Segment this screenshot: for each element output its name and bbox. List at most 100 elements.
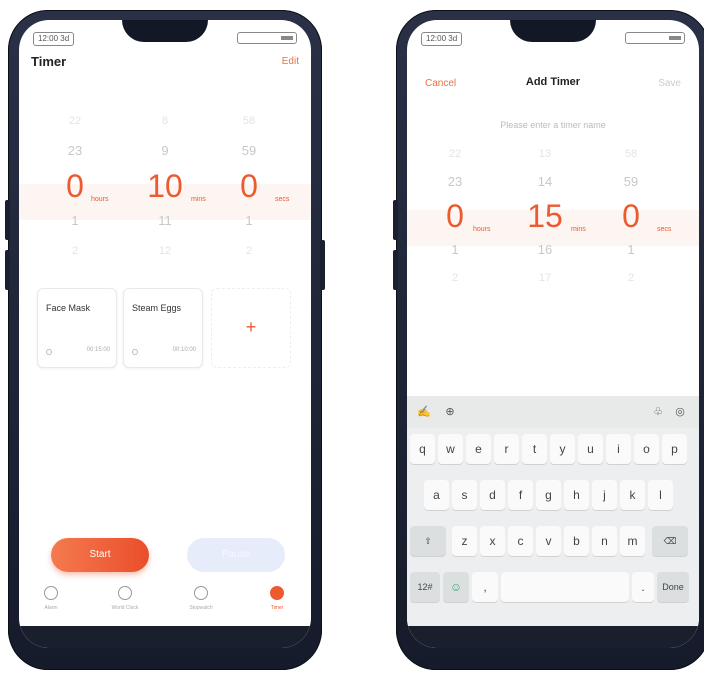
key[interactable]: d	[480, 480, 505, 510]
key[interactable]: m	[620, 526, 645, 556]
key[interactable]: h	[564, 480, 589, 510]
keyboard-row-3: ⇧ z x c v b n m ⌫	[407, 526, 699, 560]
picker-value: 2	[71, 245, 79, 257]
picker-value: 12	[158, 245, 172, 257]
volume-button	[393, 250, 398, 290]
picker-value: 22	[68, 115, 82, 127]
hours-column[interactable]: 22 23 0 1 2	[425, 140, 485, 292]
key[interactable]: e	[466, 434, 491, 464]
power-button	[320, 240, 325, 290]
picker-selected-value: 15	[527, 198, 563, 234]
shift-key[interactable]: ⇧	[410, 526, 446, 556]
numbers-key[interactable]: 12#	[410, 572, 440, 602]
key[interactable]: l	[648, 480, 673, 510]
start-button[interactable]: Start	[51, 538, 149, 572]
key[interactable]: j	[592, 480, 617, 510]
page-title: Add Timer	[525, 76, 581, 88]
seconds-column[interactable]: 58 59 0 1 2	[219, 106, 279, 266]
keyboard-row-1: q w e r t y u i o p	[407, 434, 699, 468]
picker-value: 11	[158, 213, 172, 228]
picker-value: 2	[627, 272, 635, 284]
battery-icon	[237, 32, 297, 44]
key[interactable]: a	[424, 480, 449, 510]
preset-time: 00:15:00	[86, 347, 110, 353]
key[interactable]: s	[452, 480, 477, 510]
preset-name: Steam Eggs	[132, 303, 182, 313]
keyboard-row-4: 12# ☺ , . Done	[407, 572, 699, 606]
picker-value: 1	[71, 213, 79, 228]
backspace-key[interactable]: ⌫	[652, 526, 688, 556]
keyboard-row-2: a s d f g h j k l	[407, 480, 699, 514]
notch	[122, 20, 208, 42]
space-key[interactable]	[501, 572, 629, 602]
tab-label: Alarm	[44, 605, 58, 611]
picker-value: 16	[537, 242, 553, 257]
key[interactable]: o	[634, 434, 659, 464]
tab-stopwatch[interactable]: Stopwatch	[171, 586, 231, 611]
key[interactable]: x	[480, 526, 505, 556]
key[interactable]: p	[662, 434, 687, 464]
key[interactable]: u	[578, 434, 603, 464]
key[interactable]: w	[438, 434, 463, 464]
key[interactable]: r	[494, 434, 519, 464]
picker-value: 22	[448, 148, 462, 160]
picker-value: 58	[242, 115, 256, 127]
save-button[interactable]: Save	[658, 78, 681, 89]
key[interactable]: c	[508, 526, 533, 556]
picker-value: 17	[538, 272, 552, 284]
key[interactable]: g	[536, 480, 561, 510]
globe-icon[interactable]: ⊕	[443, 405, 457, 419]
key[interactable]: y	[550, 434, 575, 464]
key[interactable]: q	[410, 434, 435, 464]
key[interactable]: v	[536, 526, 561, 556]
status-time: 12:00 3d	[33, 32, 75, 46]
picker-value: 59	[623, 174, 639, 189]
key[interactable]: i	[606, 434, 631, 464]
edit-button[interactable]: Edit	[282, 56, 299, 67]
timer-name-input[interactable]: Please enter a timer name	[407, 120, 699, 130]
period-key[interactable]: .	[632, 572, 654, 602]
tab-alarm[interactable]: Alarm	[21, 586, 81, 611]
radio-icon[interactable]	[132, 349, 138, 355]
add-preset-button[interactable]: +	[211, 288, 291, 368]
key[interactable]: b	[564, 526, 589, 556]
timer-icon	[270, 586, 284, 600]
minutes-unit: mins	[571, 226, 586, 233]
done-key[interactable]: Done	[657, 572, 689, 602]
alarm-clock-icon	[44, 586, 58, 600]
soft-keyboard: ✍ ⊕ ♧ ◎ q w e r t y u i o p a s d f g h …	[407, 396, 699, 626]
picker-selected-value: 0	[240, 168, 258, 204]
picker-value: 14	[537, 174, 553, 189]
hours-column[interactable]: 22 23 0 1 2	[45, 106, 105, 266]
key[interactable]: n	[592, 526, 617, 556]
handwriting-icon[interactable]: ✍	[417, 405, 431, 419]
picker-value: 59	[241, 143, 257, 158]
seconds-column[interactable]: 58 59 0 1 2	[601, 140, 661, 292]
header: Cancel Add Timer Save	[407, 76, 699, 96]
key[interactable]: z	[452, 526, 477, 556]
pause-button[interactable]: Pause	[187, 538, 285, 572]
stopwatch-icon	[194, 586, 208, 600]
picker-value: 1	[627, 242, 635, 257]
minutes-column[interactable]: 8 9 10 11 12	[135, 106, 195, 266]
theme-icon[interactable]: ♧	[651, 405, 665, 419]
picker-selected-value: 10	[147, 168, 183, 204]
key[interactable]: k	[620, 480, 645, 510]
key[interactable]: t	[522, 434, 547, 464]
status-time: 12:00 3d	[421, 32, 463, 46]
picker-selected-value: 0	[622, 198, 640, 234]
key[interactable]: f	[508, 480, 533, 510]
preset-card-face-mask[interactable]: Face Mask 00:15:00	[37, 288, 117, 368]
radio-icon[interactable]	[46, 349, 52, 355]
minutes-unit: mins	[191, 196, 206, 203]
settings-icon[interactable]: ◎	[673, 405, 687, 419]
volume-button	[5, 200, 10, 240]
preset-card-steam-eggs[interactable]: Steam Eggs 00:10:00	[123, 288, 203, 368]
emoji-key[interactable]: ☺	[443, 572, 469, 602]
tab-world-clock[interactable]: World Clock	[95, 586, 155, 611]
comma-key[interactable]: ,	[472, 572, 498, 602]
preset-name: Face Mask	[46, 303, 91, 313]
header: Timer Edit	[19, 54, 311, 74]
minutes-column[interactable]: 13 14 15 16 17	[515, 140, 575, 292]
tab-timer[interactable]: Timer	[247, 586, 307, 611]
